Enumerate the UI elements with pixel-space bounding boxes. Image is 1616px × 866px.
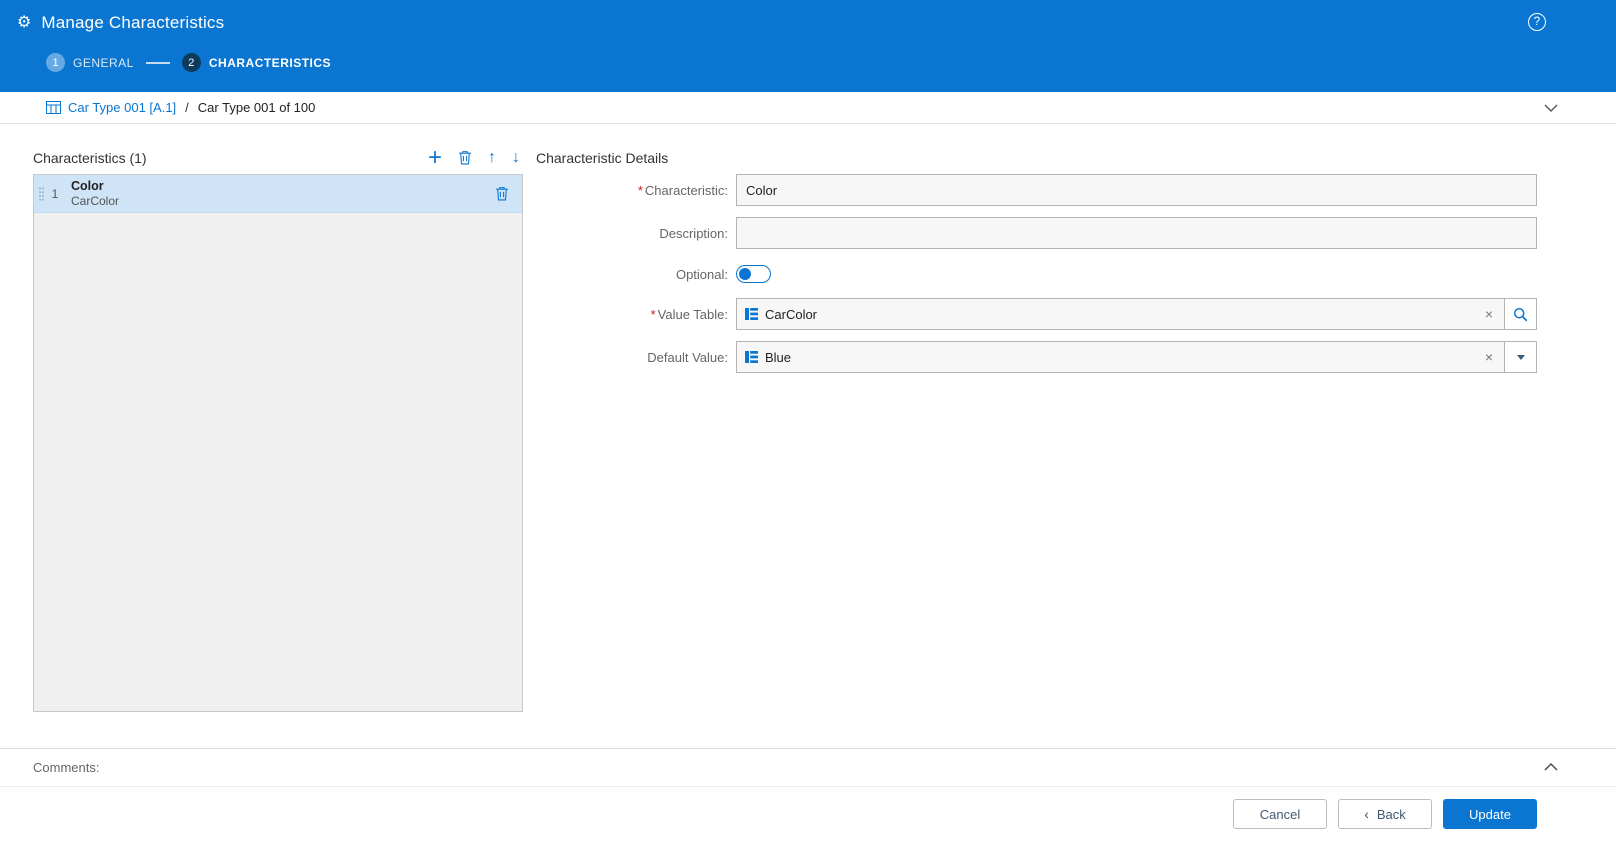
default-value-input[interactable]: Blue ×: [736, 341, 1505, 373]
table-icon: [745, 351, 758, 363]
clear-icon[interactable]: ×: [1482, 306, 1496, 322]
table-icon: [745, 308, 758, 320]
add-icon[interactable]: +: [428, 146, 442, 170]
default-value-label: Default Value:: [536, 350, 736, 365]
breadcrumb-separator: /: [185, 100, 189, 115]
required-marker: *: [651, 307, 656, 322]
manage-gear-icon: ⚙: [17, 15, 31, 31]
characteristic-list-item[interactable]: 1 Color CarColor: [34, 175, 522, 213]
back-button-label: Back: [1377, 807, 1406, 822]
comments-section: Comments:: [0, 748, 1616, 786]
row-index: 1: [48, 187, 62, 201]
search-icon: [1513, 307, 1528, 322]
clear-icon[interactable]: ×: [1482, 349, 1496, 365]
value-table-value: CarColor: [765, 307, 817, 322]
characteristics-panel-title: Characteristics (1): [33, 150, 147, 166]
drag-handle-icon[interactable]: [34, 186, 48, 202]
step-label: CHARACTERISTICS: [209, 56, 331, 70]
value-table-field-row: *Value Table: CarColor ×: [536, 298, 1537, 330]
value-table-search-button[interactable]: [1504, 298, 1537, 330]
breadcrumb-current: Car Type 001 of 100: [198, 100, 316, 115]
delete-icon[interactable]: [458, 150, 472, 165]
optional-toggle[interactable]: [736, 265, 771, 283]
default-value-dropdown-button[interactable]: [1504, 341, 1537, 373]
value-table-input[interactable]: CarColor ×: [736, 298, 1505, 330]
move-up-icon[interactable]: ↑: [488, 150, 496, 166]
characteristics-panel: Characteristics (1) + ↑ ↓: [33, 141, 523, 712]
characteristic-name: Color: [71, 178, 119, 194]
characteristics-toolbar: + ↑ ↓: [428, 146, 523, 170]
wizard-step-general[interactable]: 1 GENERAL: [46, 53, 134, 72]
step-label: GENERAL: [73, 56, 134, 70]
optional-field-row: Optional:: [536, 265, 1537, 283]
value-table-label: *Value Table:: [536, 307, 736, 322]
footer-action-bar: Cancel ‹ Back Update: [0, 786, 1616, 866]
characteristic-code: CarColor: [71, 194, 119, 210]
help-icon[interactable]: ?: [1528, 13, 1546, 31]
description-label: Description:: [536, 226, 736, 241]
details-panel-title: Characteristic Details: [536, 141, 1537, 174]
move-down-icon[interactable]: ↓: [512, 150, 520, 166]
characteristic-details-panel: Characteristic Details *Characteristic: …: [536, 141, 1537, 384]
characteristics-list: 1 Color CarColor: [33, 174, 523, 712]
characteristic-input[interactable]: [736, 174, 1537, 206]
chevron-left-icon: ‹: [1364, 807, 1369, 821]
wizard-step-characteristics[interactable]: 2 CHARACTERISTICS: [182, 53, 331, 72]
optional-label: Optional:: [536, 267, 736, 282]
chevron-up-icon[interactable]: [1544, 763, 1558, 771]
default-value-combo: Blue ×: [736, 341, 1537, 373]
toggle-knob: [739, 268, 751, 280]
characteristic-label: *Characteristic:: [536, 183, 736, 198]
page-title: Manage Characteristics: [41, 13, 224, 33]
chevron-down-icon[interactable]: [1544, 104, 1558, 112]
default-value-field-row: Default Value: Blue ×: [536, 341, 1537, 373]
step-number-badge: 2: [182, 53, 201, 72]
characteristic-field-row: *Characteristic:: [536, 174, 1537, 206]
breadcrumb: Car Type 001 [A.1] / Car Type 001 of 100: [0, 92, 1616, 124]
app-header: ⚙ Manage Characteristics ? 1 GENERAL 2 C…: [0, 0, 1616, 92]
required-marker: *: [638, 183, 643, 198]
description-input[interactable]: [736, 217, 1537, 249]
update-button[interactable]: Update: [1443, 799, 1537, 829]
value-table-combo: CarColor ×: [736, 298, 1537, 330]
part-table-icon: [46, 101, 61, 114]
comments-label: Comments:: [33, 760, 99, 775]
step-number-badge: 1: [46, 53, 65, 72]
description-field-row: Description:: [536, 217, 1537, 249]
breadcrumb-object-link[interactable]: Car Type 001 [A.1]: [68, 100, 176, 115]
caret-down-icon: [1517, 355, 1525, 360]
back-button[interactable]: ‹ Back: [1338, 799, 1432, 829]
manage-characteristics-window: ⚙ Manage Characteristics ? 1 GENERAL 2 C…: [0, 0, 1616, 866]
cancel-button[interactable]: Cancel: [1233, 799, 1327, 829]
row-delete-icon[interactable]: [495, 186, 509, 201]
wizard-steps: 1 GENERAL 2 CHARACTERISTICS: [0, 53, 1616, 72]
default-value-value: Blue: [765, 350, 791, 365]
step-connector: [146, 62, 170, 64]
